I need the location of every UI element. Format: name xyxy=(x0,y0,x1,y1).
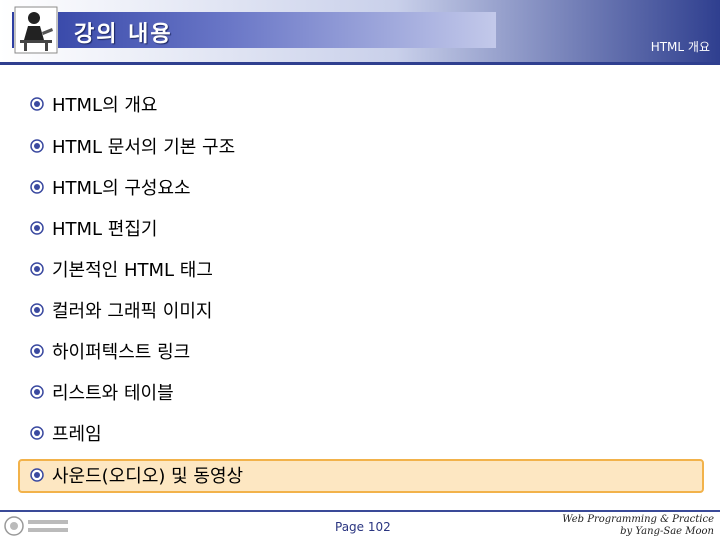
university-emblem-bullet-icon xyxy=(30,468,44,482)
list-item: 기본적인 HTML 태그 xyxy=(30,254,213,284)
list-item-label: 프레임 xyxy=(52,424,102,445)
university-emblem-bullet-icon xyxy=(30,303,44,317)
header-subtitle: HTML 개요 xyxy=(650,40,710,54)
list-item-label: HTML 문서의 기본 구조 xyxy=(52,137,236,158)
list-item-label: 리스트와 테이블 xyxy=(52,383,174,404)
list-item: 사운드(오디오) 및 동영상 xyxy=(30,460,243,490)
list-item-label: 컬러와 그래픽 이미지 xyxy=(52,301,213,322)
university-emblem-bullet-icon xyxy=(30,262,44,276)
university-emblem-bullet-icon xyxy=(30,426,44,440)
list-item-label: 사운드(오디오) 및 동영상 xyxy=(52,466,244,487)
page-number: Page 102 xyxy=(335,520,391,534)
list-item-label: 하이퍼텍스트 링크 xyxy=(52,342,191,363)
university-emblem-bullet-icon xyxy=(30,97,44,111)
list-item-label: 기본적인 HTML 태그 xyxy=(52,260,213,281)
person-at-desk-icon xyxy=(14,6,58,54)
university-emblem-bullet-icon xyxy=(30,344,44,358)
header-divider xyxy=(0,62,720,65)
list-item: 하이퍼텍스트 링크 xyxy=(30,336,190,366)
university-emblem-bullet-icon xyxy=(30,180,44,194)
list-item: HTML 편집기 xyxy=(30,213,158,243)
list-item: 프레임 xyxy=(30,418,102,448)
list-item: 리스트와 테이블 xyxy=(30,377,174,407)
list-item: 컬러와 그래픽 이미지 xyxy=(30,295,212,325)
list-item: HTML 문서의 기본 구조 xyxy=(30,131,235,161)
list-item: HTML의 구성요소 xyxy=(30,172,191,202)
credit-line-1: Web Programming & Practice xyxy=(562,514,714,525)
university-emblem-bullet-icon xyxy=(30,385,44,399)
list-item: HTML의 개요 xyxy=(30,89,158,119)
list-item-label: HTML의 구성요소 xyxy=(52,178,191,199)
list-item-label: HTML의 개요 xyxy=(52,95,158,116)
list-item-label: HTML 편집기 xyxy=(52,219,158,240)
footer-divider xyxy=(0,510,720,512)
slide-title: 강의 내용 xyxy=(74,22,173,47)
credit-text: Web Programming & Practice by Yang-Sae M… xyxy=(562,514,714,538)
credit-line-2: by Yang-Sae Moon xyxy=(620,526,714,537)
university-logo-icon xyxy=(2,514,72,538)
university-emblem-bullet-icon xyxy=(30,139,44,153)
university-emblem-bullet-icon xyxy=(30,221,44,235)
